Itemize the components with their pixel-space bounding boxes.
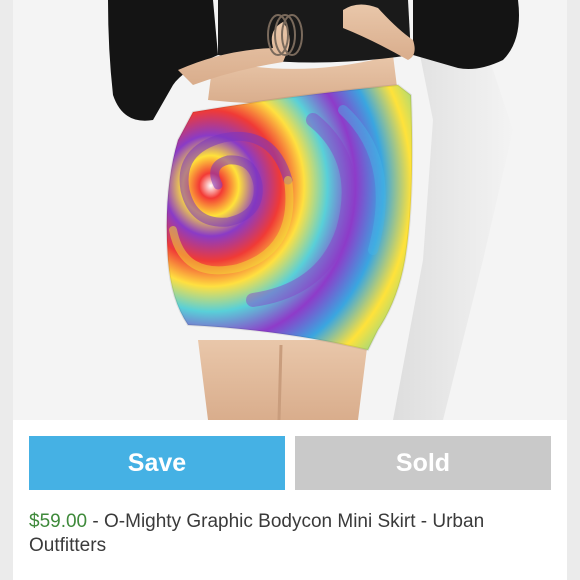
listing-price: $59.00	[29, 511, 88, 532]
legs	[198, 340, 368, 420]
product-image	[13, 0, 567, 420]
listing-separator: -	[87, 511, 105, 532]
listing-page: Save Sold $59.00 - O-Mighty Graphic Body…	[0, 0, 580, 580]
leg-gap	[277, 344, 283, 420]
listing-summary: $59.00 - O-Mighty Graphic Bodycon Mini S…	[29, 510, 553, 558]
save-button[interactable]: Save	[29, 436, 285, 490]
action-buttons: Save Sold	[29, 436, 551, 490]
listing-card: Save Sold $59.00 - O-Mighty Graphic Body…	[13, 0, 567, 580]
product-photo[interactable]	[13, 0, 567, 420]
sold-button[interactable]: Sold	[295, 436, 551, 490]
right-sleeve	[413, 0, 519, 69]
